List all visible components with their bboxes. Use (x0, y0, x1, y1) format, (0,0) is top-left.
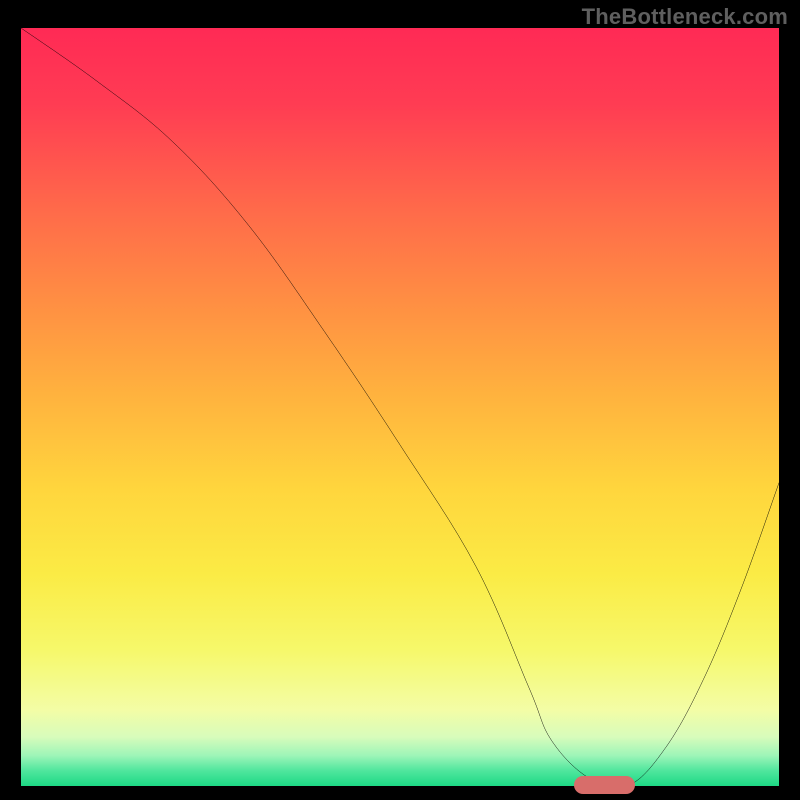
chart-frame: TheBottleneck.com (0, 0, 800, 800)
plot-area (21, 28, 779, 786)
bottleneck-curve (21, 28, 779, 786)
minimum-marker (574, 776, 635, 794)
watermark-text: TheBottleneck.com (582, 4, 788, 30)
